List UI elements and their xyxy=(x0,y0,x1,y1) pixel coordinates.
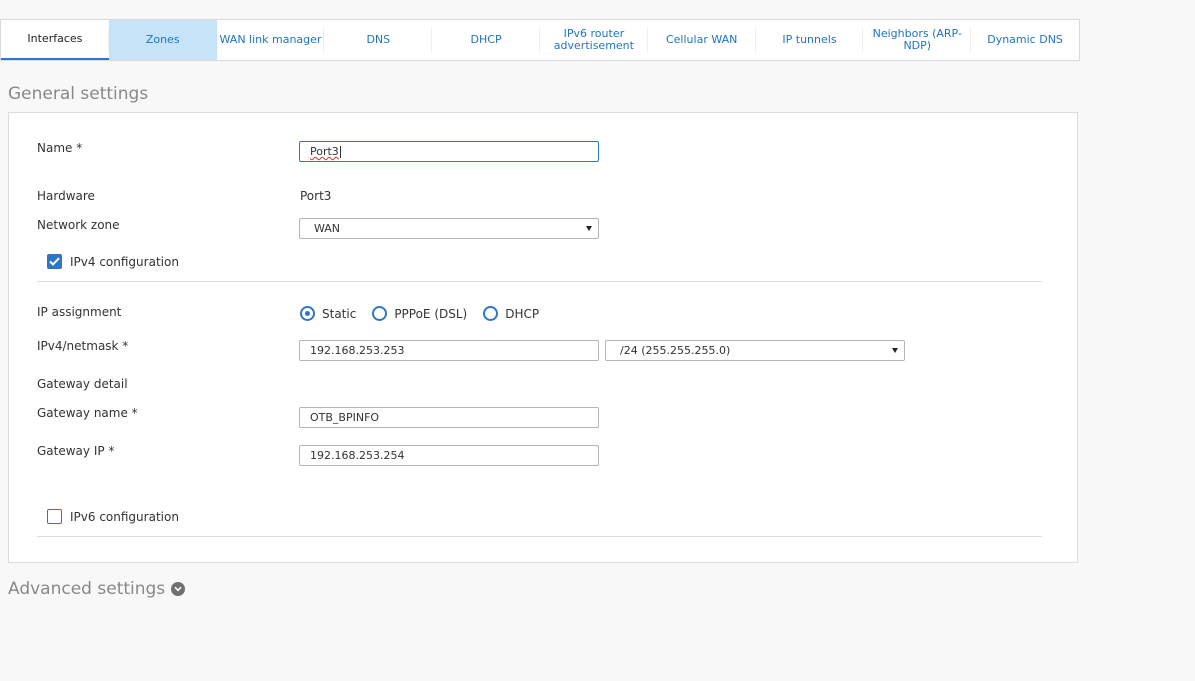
tab-ip-tunnels[interactable]: IP tunnels xyxy=(756,20,864,60)
tab-wan-link-manager[interactable]: WAN link manager xyxy=(217,20,325,60)
dropdown-arrow-icon xyxy=(892,348,898,353)
tab-dns[interactable]: DNS xyxy=(324,20,432,60)
radio-unselected-icon xyxy=(372,306,388,321)
netmask-value: /24 (255.255.255.0) xyxy=(620,344,731,357)
gateway-ip-label: Gateway IP * xyxy=(37,444,115,458)
name-input-value: Port3 xyxy=(310,145,339,158)
ipv4-netmask-label: IPv4/netmask * xyxy=(37,339,129,353)
gateway-name-input[interactable]: OTB_BPINFO xyxy=(299,407,599,428)
gateway-name-value: OTB_BPINFO xyxy=(310,411,380,424)
radio-static-label: Static xyxy=(322,306,357,321)
tab-interfaces[interactable]: Interfaces xyxy=(1,20,109,60)
radio-pppoe[interactable]: PPPoE (DSL) xyxy=(372,306,467,321)
advanced-settings-toggle[interactable]: Advanced settings xyxy=(8,579,186,599)
ipv6-configuration-label: IPv6 configuration xyxy=(70,509,179,524)
radio-dhcp[interactable]: DHCP xyxy=(483,306,539,321)
dropdown-arrow-icon xyxy=(586,226,592,231)
netmask-select[interactable]: /24 (255.255.255.0) xyxy=(605,340,905,361)
tab-zones[interactable]: Zones xyxy=(108,20,217,60)
text-caret xyxy=(339,146,341,158)
ipv4-divider xyxy=(37,281,1042,282)
name-input[interactable]: Port3 xyxy=(299,141,599,162)
name-label: Name * xyxy=(37,141,83,155)
gateway-ip-value: 192.168.253.254 xyxy=(310,449,405,462)
hardware-value: Port3 xyxy=(300,189,332,203)
gateway-name-label: Gateway name * xyxy=(37,406,138,420)
radio-pppoe-label: PPPoE (DSL) xyxy=(394,306,468,321)
tab-bar: Interfaces Zones WAN link manager DNS DH… xyxy=(0,19,1080,61)
tab-dhcp[interactable]: DHCP xyxy=(432,20,540,60)
ipv4-address-value: 192.168.253.253 xyxy=(310,344,405,357)
tab-neighbors[interactable]: Neighbors (ARP-NDP) xyxy=(863,20,971,60)
ipv4-address-input[interactable]: 192.168.253.253 xyxy=(299,340,599,361)
checkbox-checked-icon xyxy=(47,254,62,269)
tab-cellular-wan[interactable]: Cellular WAN xyxy=(648,20,756,60)
ipv4-configuration-checkbox[interactable]: IPv4 configuration xyxy=(47,254,179,269)
tab-ipv6-router-advertisement[interactable]: IPv6 router advertisement xyxy=(540,20,648,60)
checkbox-unchecked-icon xyxy=(47,509,62,524)
radio-selected-icon xyxy=(300,306,315,321)
gateway-detail-label: Gateway detail xyxy=(37,377,128,391)
radio-dhcp-label: DHCP xyxy=(505,306,540,321)
radio-unselected-icon xyxy=(483,306,499,321)
network-zone-label: Network zone xyxy=(37,218,120,232)
general-settings-title: General settings xyxy=(8,84,149,104)
network-zone-value: WAN xyxy=(314,222,341,235)
tab-dynamic-dns[interactable]: Dynamic DNS xyxy=(971,20,1079,60)
general-settings-panel: Name * Port3 Hardware Port3 Network zone… xyxy=(8,112,1078,563)
gateway-ip-input[interactable]: 192.168.253.254 xyxy=(299,445,599,466)
ipv6-divider xyxy=(37,536,1042,537)
ip-assignment-radio-group: Static PPPoE (DSL) DHCP xyxy=(300,306,555,321)
network-zone-select[interactable]: WAN xyxy=(299,218,599,239)
ip-assignment-label: IP assignment xyxy=(37,305,122,319)
chevron-down-circle-icon xyxy=(171,582,186,596)
advanced-settings-title: Advanced settings xyxy=(8,579,166,599)
radio-static[interactable]: Static xyxy=(300,306,356,321)
hardware-label: Hardware xyxy=(37,189,95,203)
ipv6-configuration-checkbox[interactable]: IPv6 configuration xyxy=(47,509,179,524)
ipv4-configuration-label: IPv4 configuration xyxy=(70,254,179,269)
